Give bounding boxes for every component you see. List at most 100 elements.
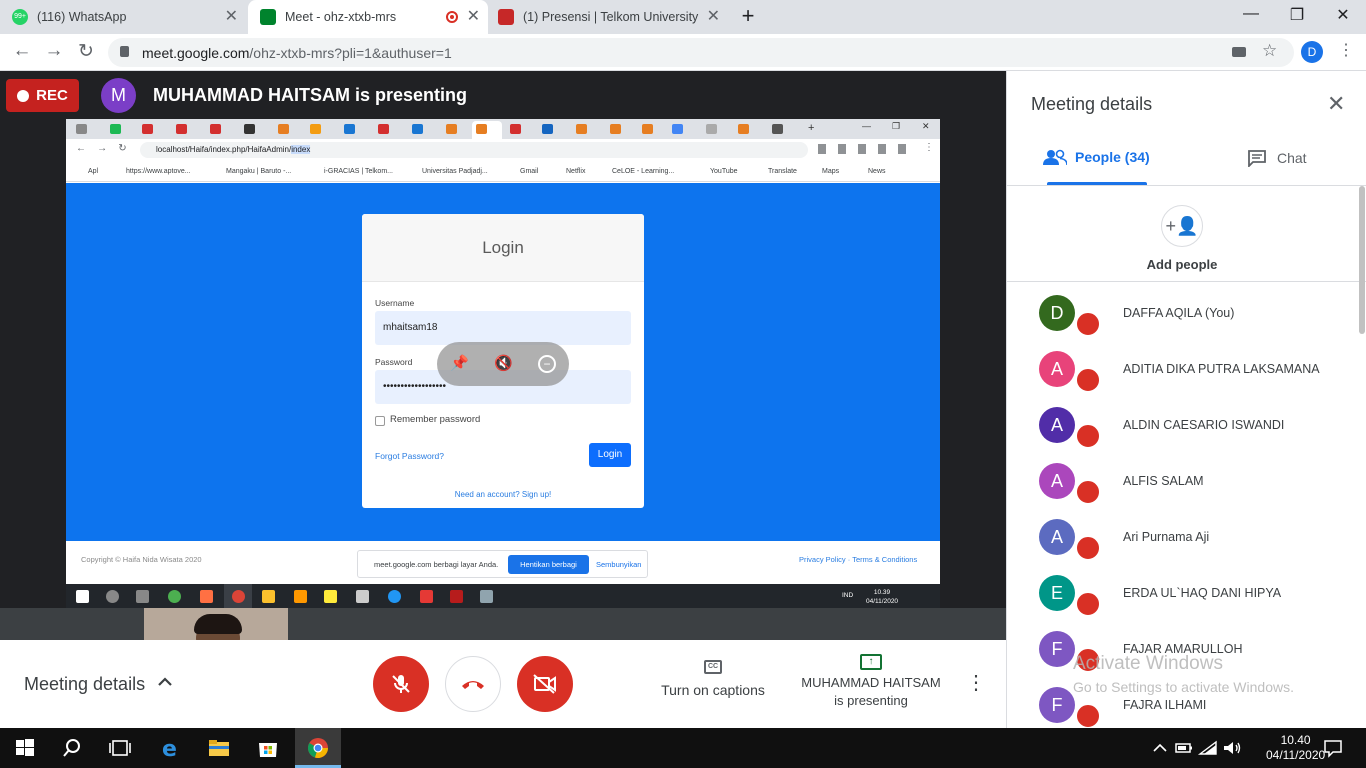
- participant-row[interactable]: E ERDA UL`HAQ DANI HIPYA: [1007, 563, 1357, 619]
- shared-address-bar: ← → ↻ localhost/Haifa/index.php/HaifaAdm…: [66, 139, 940, 161]
- browser-menu-icon[interactable]: ⋮: [1338, 40, 1354, 60]
- shared-clock: 10.39 04/11/2020: [866, 589, 899, 605]
- bookmark-star-icon[interactable]: ☆: [1262, 41, 1277, 61]
- remember-checkbox: [375, 416, 385, 426]
- avatar: A: [1039, 351, 1075, 387]
- address-bar[interactable]: meet.google.com/ohz-xtxb-mrs?pli=1&authu…: [108, 38, 1294, 67]
- profile-avatar[interactable]: D: [1301, 41, 1323, 63]
- reload-button[interactable]: ↻: [74, 40, 98, 63]
- chrome-icon[interactable]: [306, 736, 330, 760]
- participant-name: ALFIS SALAM: [1123, 474, 1204, 488]
- meet-stage: REC M MUHAMMAD HAITSAM is presenting + —…: [0, 71, 1006, 640]
- muted-mic-icon: [1075, 479, 1101, 505]
- task-view-icon[interactable]: [108, 736, 132, 760]
- browser-tab-strip: 99+ (116) WhatsApp ✕ Meet - ohz-xtxb-mrs…: [0, 0, 1366, 34]
- participant-row[interactable]: A Ari Purnama Aji: [1007, 507, 1357, 563]
- forward-button[interactable]: →: [42, 40, 66, 62]
- windows-start-icon[interactable]: [13, 736, 37, 760]
- share-notice-text: meet.google.com berbagi layar Anda.: [374, 560, 499, 569]
- participant-strip: [0, 608, 1006, 640]
- captions-button[interactable]: CC Turn on captions: [656, 660, 770, 698]
- tile-hover-controls: 📌 🔇 −: [437, 342, 569, 386]
- password-label: Password: [375, 357, 413, 367]
- avatar: F: [1039, 687, 1075, 723]
- more-options-icon[interactable]: ⋮: [966, 670, 986, 695]
- shared-new-tab-icon: +: [808, 122, 815, 134]
- tab-meet[interactable]: Meet - ohz-xtxb-mrs ✕: [248, 0, 488, 34]
- edge-browser-icon[interactable]: e: [159, 736, 183, 760]
- participant-name: FAJRA ILHAMI: [1123, 698, 1207, 712]
- close-tab-icon[interactable]: ✕: [467, 9, 480, 25]
- participant-row[interactable]: D DAFFA AQILA (You): [1007, 283, 1357, 339]
- muted-mic-icon: [1075, 311, 1101, 337]
- close-panel-icon[interactable]: ✕: [1327, 91, 1345, 117]
- url-text: meet.google.com/ohz-xtxb-mrs?pli=1&authu…: [142, 45, 452, 61]
- leave-call-button[interactable]: [445, 656, 501, 712]
- search-icon[interactable]: [60, 736, 84, 760]
- back-button[interactable]: ←: [10, 40, 34, 62]
- avatar: E: [1039, 575, 1075, 611]
- presenting-name: MUHAMMAD HAITSAM: [801, 675, 941, 690]
- meeting-details-toggle[interactable]: Meeting details: [24, 674, 145, 695]
- self-view-tile[interactable]: [144, 608, 288, 640]
- muted-mic-icon: [1075, 703, 1101, 728]
- avatar: D: [1039, 295, 1075, 331]
- minimize-window-button[interactable]: —: [1236, 5, 1266, 23]
- screen-share-notice: meet.google.com berbagi layar Anda. Hent…: [357, 550, 648, 578]
- volume-icon[interactable]: [1220, 736, 1244, 760]
- tab-chat[interactable]: Chat: [1247, 149, 1307, 167]
- battery-icon[interactable]: [1172, 736, 1196, 760]
- panel-scrollbar[interactable]: [1359, 186, 1365, 334]
- close-tab-icon[interactable]: ✕: [225, 9, 238, 25]
- pin-icon[interactable]: 📌: [450, 355, 469, 373]
- tab-people[interactable]: People (34): [1043, 149, 1150, 165]
- tab-presensi[interactable]: (1) Presensi | Telkom University ✕: [498, 0, 728, 34]
- google-meet-icon: [260, 9, 276, 25]
- recording-badge: REC: [6, 79, 79, 112]
- participant-row[interactable]: A ALFIS SALAM: [1007, 451, 1357, 507]
- close-tab-icon[interactable]: ✕: [707, 9, 720, 25]
- footer-links: Privacy Policy · Terms & Conditions: [799, 555, 918, 564]
- mute-participant-icon[interactable]: 🔇: [494, 355, 513, 373]
- tab-whatsapp[interactable]: 99+ (116) WhatsApp ✕: [12, 0, 246, 34]
- microsoft-store-icon[interactable]: [256, 736, 280, 760]
- stop-sharing-button: Hentikan berbagi: [508, 555, 589, 574]
- taskbar-clock[interactable]: 10.40 04/11/2020: [1266, 733, 1325, 763]
- presentation-status-button[interactable]: ↑ MUHAMMAD HAITSAM is presenting: [796, 654, 946, 710]
- record-dot-icon: [17, 89, 30, 102]
- participant-name: Ari Purnama Aji: [1123, 530, 1210, 544]
- participant-row[interactable]: A ADITIA DIKA PUTRA LAKSAMANA: [1007, 339, 1357, 395]
- wifi-icon[interactable]: [1196, 736, 1220, 760]
- remove-participant-icon[interactable]: −: [538, 355, 556, 373]
- username-label: Username: [375, 298, 415, 308]
- microphone-toggle-button[interactable]: [373, 656, 429, 712]
- avatar: F: [1039, 631, 1075, 667]
- add-people-button[interactable]: +👤 Add people: [1127, 205, 1237, 272]
- action-center-icon[interactable]: [1321, 736, 1345, 760]
- participant-row[interactable]: A ALDIN CAESARIO ISWANDI: [1007, 395, 1357, 451]
- restore-window-button[interactable]: ❐: [1282, 5, 1312, 25]
- new-tab-button[interactable]: +: [733, 3, 763, 29]
- participant-name: DAFFA AQILA (You): [1123, 306, 1235, 320]
- signup-link: Need an account? Sign up!: [454, 490, 552, 499]
- chevron-up-icon[interactable]: [1148, 736, 1172, 760]
- chat-tab-label: Chat: [1277, 150, 1307, 166]
- login-title: Login: [482, 238, 524, 257]
- presenting-status: is presenting: [834, 693, 908, 708]
- camera-permission-icon[interactable]: [1232, 47, 1246, 57]
- lock-icon: [120, 46, 129, 57]
- activate-windows-watermark: Activate Windows Go to Settings to activ…: [1073, 653, 1294, 695]
- close-window-button[interactable]: ✕: [1328, 5, 1358, 25]
- shared-url: localhost/Haifa/index.php/HaifaAdmin/ind…: [140, 142, 808, 158]
- people-icon: [1043, 149, 1067, 165]
- avatar: A: [1039, 463, 1075, 499]
- tab-label: (116) WhatsApp: [37, 10, 127, 24]
- tab-label: Meet - ohz-xtxb-mrs: [285, 10, 397, 24]
- people-tab-label: People (34): [1075, 149, 1150, 165]
- avatar: A: [1039, 519, 1075, 555]
- chevron-up-icon[interactable]: [158, 674, 172, 692]
- meeting-details-panel: Meeting details ✕ People (34) Chat +👤 Ad…: [1006, 71, 1366, 728]
- camera-toggle-button[interactable]: [517, 656, 573, 712]
- file-explorer-icon[interactable]: [207, 736, 231, 760]
- shared-page-footer: Copyright © Haifa Nida Wisata 2020 meet.…: [66, 541, 940, 584]
